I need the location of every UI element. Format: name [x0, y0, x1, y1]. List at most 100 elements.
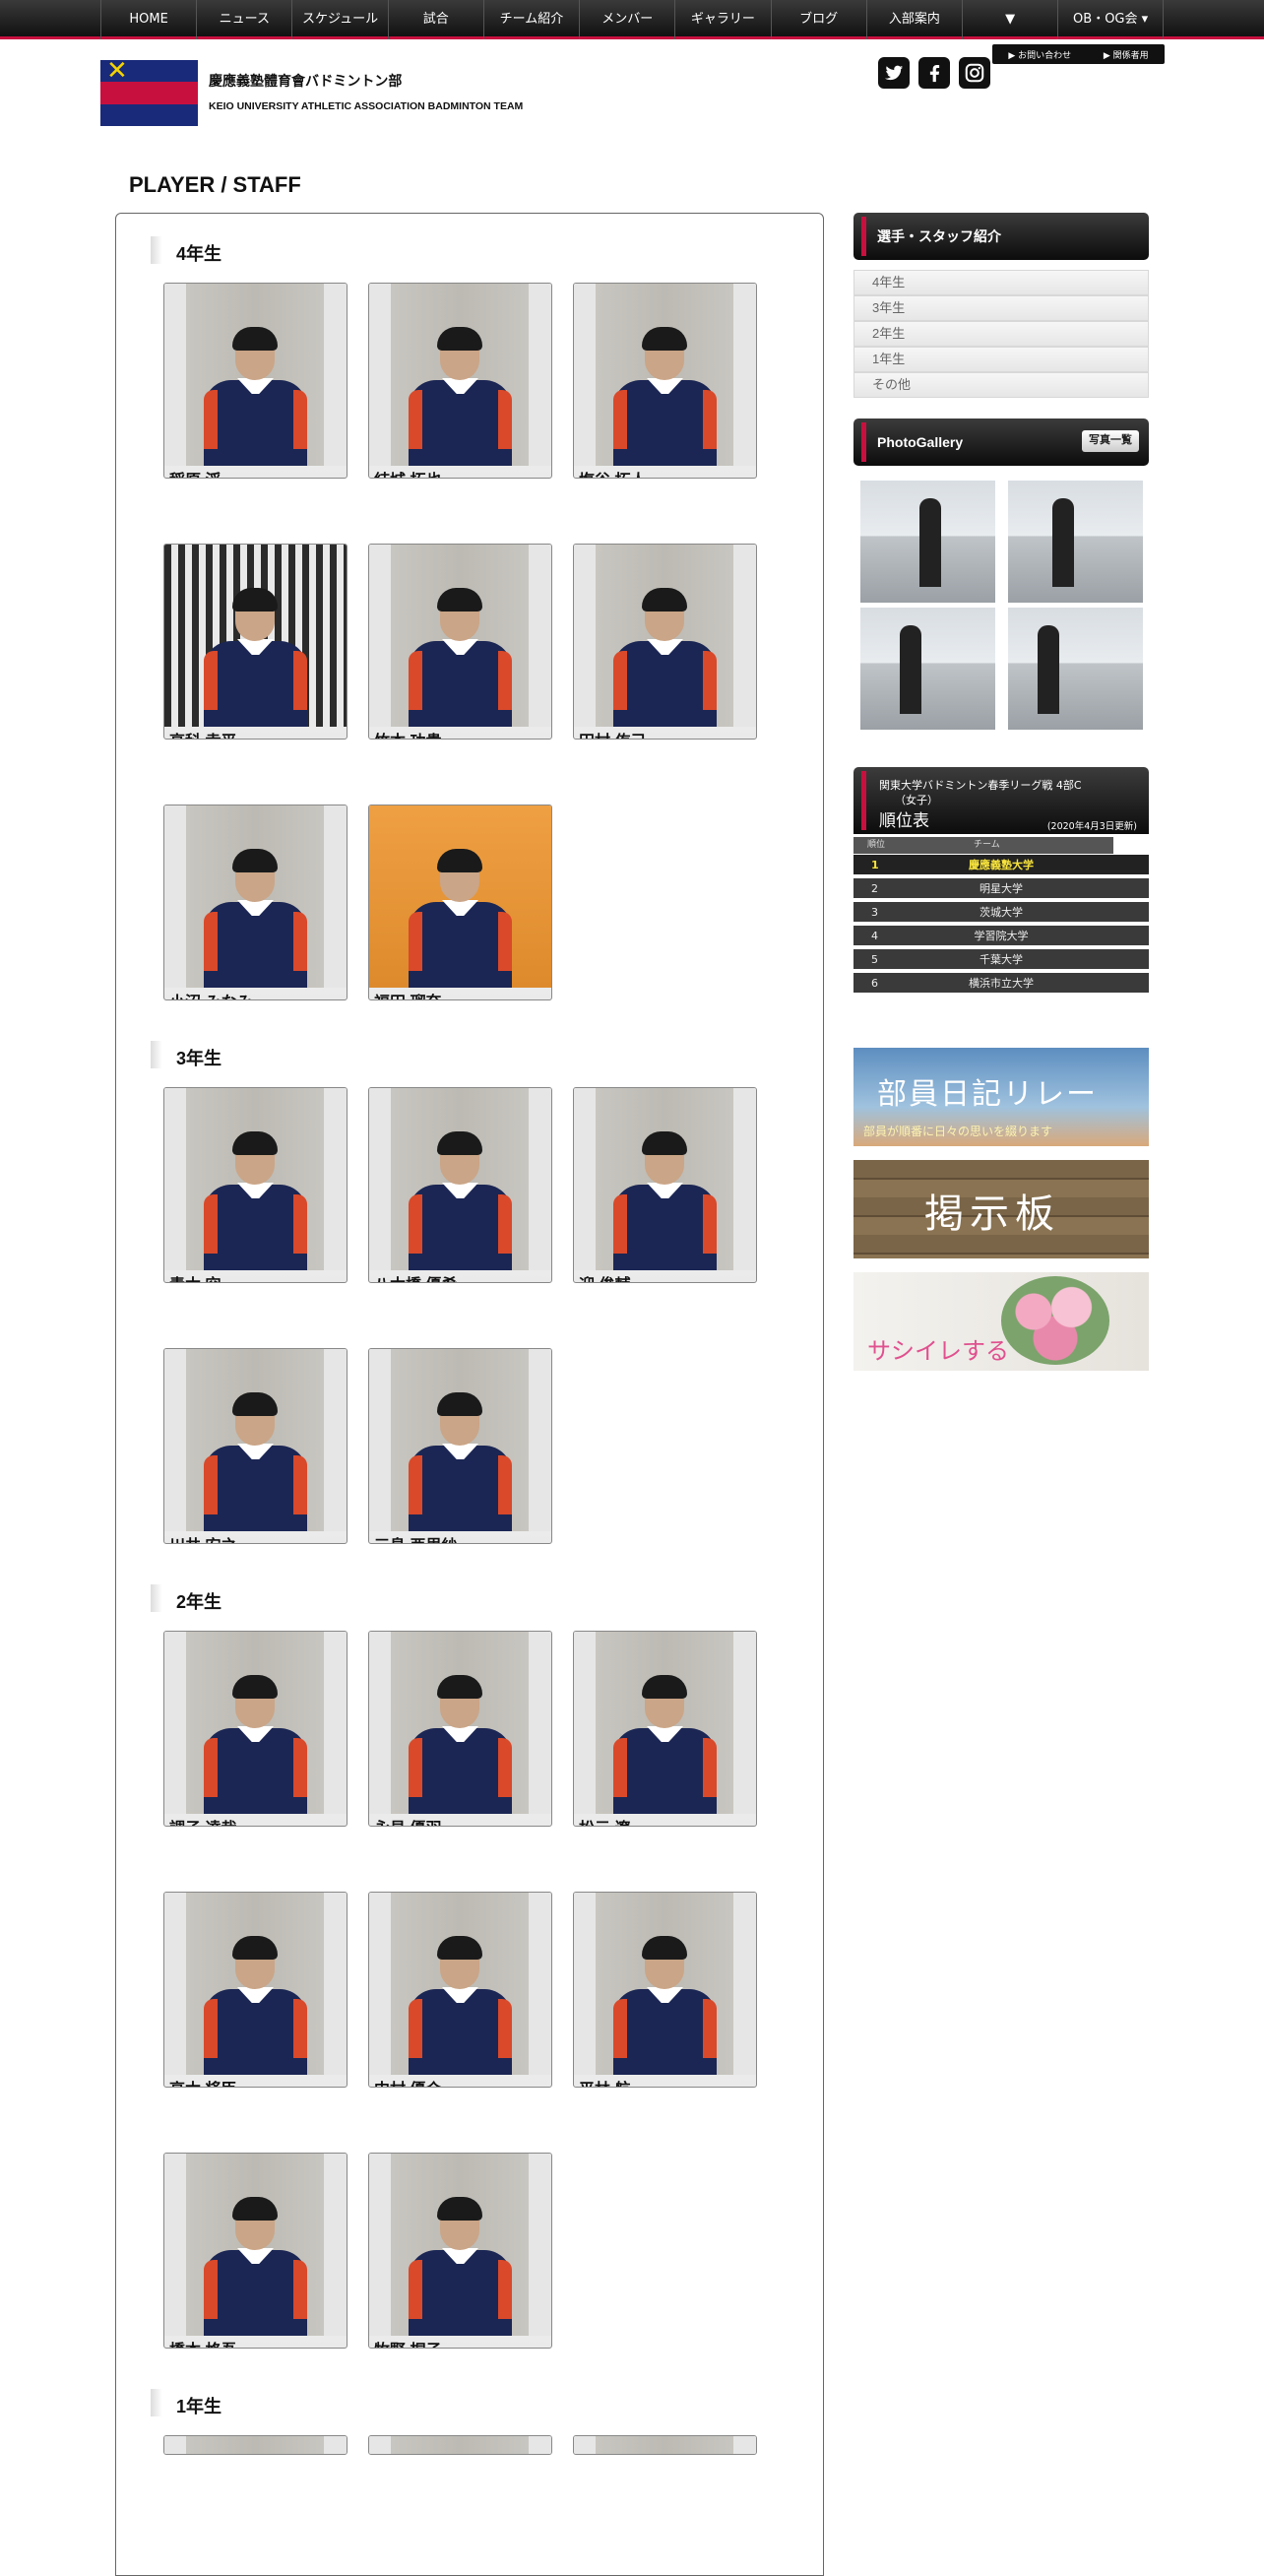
site-title[interactable]: 慶應義塾體育會バドミントン部 [209, 71, 402, 91]
member-card[interactable]: 青木 空アオキ ソラ副務 [163, 1087, 348, 1283]
member-card[interactable]: 牧野 桐子マキノ トウコ勧誘、オリエン [368, 2153, 552, 2349]
members-only-link[interactable]: ▶ 関係者用 [1104, 48, 1149, 61]
standings-team: 明星大学 [980, 882, 1023, 895]
member-card[interactable]: 平林 航ヒラバヤシ ワタルオリエン [573, 1892, 757, 2088]
member-card[interactable]: 竹本 功貴タケモト コウキ男子主将、会計 [368, 544, 552, 740]
member-card[interactable]: 三島 亜里紗ミシマ アリサオリエン・広報 [368, 1348, 552, 1544]
standings-columns: 順位 チーム [853, 837, 1113, 854]
gallery-thumbnail[interactable] [1008, 608, 1143, 730]
member-name: 福田 瑠奈 [374, 989, 441, 999]
team-emblem-logo[interactable]: ✕ [100, 60, 198, 126]
diary-relay-banner[interactable]: 部員日記リレー 部員が順番に日々の思いを綴ります [853, 1048, 1149, 1146]
bulletin-board-banner[interactable]: 掲示板 [853, 1160, 1149, 1258]
nav-item[interactable]: ギャラリー [675, 0, 772, 39]
nav-item[interactable]: チーム紹介 [484, 0, 581, 39]
global-nav: HOME ニュース スケジュール 試合 チーム紹介 メンバー ギャラリー ブログ 入部案内 ▼ OB… [0, 0, 1264, 39]
nav-item[interactable]: 入部案内 [867, 0, 963, 39]
gallery-thumbnail[interactable] [860, 481, 995, 603]
member-card[interactable]: 結城 拓也ユウキ タクヤ主務 [368, 283, 552, 479]
nav-item[interactable]: OB・OG会 ▾ [1058, 0, 1165, 39]
nav-item[interactable]: HOME [101, 0, 198, 39]
photo-list-button[interactable]: 写真一覧 [1082, 430, 1139, 452]
member-photo [164, 1349, 347, 1531]
section-title: 1年生 [151, 2389, 221, 2418]
member-card[interactable]: 田村 侑己タムラ ユウキ広報 [573, 544, 757, 740]
instagram-icon[interactable] [959, 57, 990, 89]
member-card[interactable]: 高木 将臣タカギ マサオミ広報 [163, 1892, 348, 2088]
member-name: 橋本 柊吾 [169, 2337, 236, 2348]
nav-item[interactable]: 試合 [389, 0, 484, 39]
member-photo [164, 2154, 347, 2336]
page-title: PLAYER / STAFF [129, 172, 301, 197]
contact-link[interactable]: ▶ お問い合わせ [1008, 48, 1071, 61]
member-name: 平林 航 [579, 2076, 630, 2087]
member-card[interactable]: 八木橋 優希ヤギハシ ユウキ副務 [368, 1087, 552, 1283]
standings-row: 4 学習院大学 [853, 926, 1149, 947]
member-card[interactable]: 小沼 みなみオヌマ ミナミ女子主将、広報、勧誘、女子高コーチ [163, 805, 348, 1000]
top-links: ▶ お問い合わせ ▶ 関係者用 [992, 44, 1165, 64]
member-card[interactable] [368, 2435, 552, 2455]
nav-item[interactable]: ▼ [963, 0, 1059, 39]
member-photo [164, 2436, 347, 2454]
diary-banner-title: 部員日記リレー [877, 1077, 1098, 1112]
member-photo [574, 1893, 756, 2075]
member-name: 迎 俊輔 [579, 1271, 630, 1282]
member-card[interactable]: 福田 瑠奈フクダ ルナ主務・女子高コーチ [368, 805, 552, 1000]
member-card[interactable] [573, 2435, 757, 2455]
standings-team: 茨城大学 [980, 906, 1023, 919]
member-card[interactable]: 永見 優羽ナガミ ユウ広報 [368, 1631, 552, 1827]
member-card[interactable]: 中村 優介ナカムラ ユウスケシャトル管理 [368, 1892, 552, 2088]
member-photo [164, 284, 347, 466]
twitter-icon[interactable] [878, 57, 910, 89]
section-title: 3年生 [151, 1041, 221, 1070]
standings-team: 千葉大学 [980, 953, 1023, 966]
section-title: 2年生 [151, 1584, 221, 1614]
member-card[interactable]: 迎 俊輔ムカイ シュンスケ広報、勧誘、シャトル管理 [573, 1087, 757, 1283]
member-card[interactable]: 松元 遼マツモト リョウ塾高コーチ、勧誘 [573, 1631, 757, 1827]
standings-row: 6 横浜市立大学 [853, 973, 1149, 995]
member-name: 高科 幸平 [169, 728, 236, 739]
staff-menu-item[interactable]: 1年生 [853, 347, 1149, 372]
gallery-thumbnail[interactable] [860, 608, 995, 730]
staff-menu: 4年生 3年生 2年生 1年生 その他 [853, 270, 1149, 398]
nav-item[interactable]: ニュース [197, 0, 293, 39]
member-photo [369, 2436, 551, 2454]
nav-item[interactable]: ブログ [772, 0, 867, 39]
member-name: 中村 優介 [374, 2076, 441, 2087]
standings-heading: 関東大学バドミントン春季リーグ戦 4部C （女子） 順位表 (2020年4月3日… [853, 767, 1149, 834]
standings-row: 1 慶應義塾大学 [853, 855, 1149, 876]
member-name: 川井 宏之 [169, 1532, 236, 1543]
gallery-heading-label: PhotoGallery [877, 434, 964, 450]
member-card[interactable]: 稲原 渓イナハラ ケイ副主将、塾高コーチ、オリエン [163, 283, 348, 479]
member-card[interactable]: 塩谷 拓人シオタニ ヒロト塾高コーチ [573, 283, 757, 479]
member-card[interactable]: 高科 幸平タカシナ コウヘイ勧誘 [163, 544, 348, 740]
member-photo [164, 545, 347, 727]
standings-updated: (2020年4月3日更新) [1046, 821, 1137, 832]
diary-banner-subtitle: 部員が順番に日々の思いを綴ります [863, 1125, 1053, 1138]
member-photo [369, 1349, 551, 1531]
nav-list: HOME ニュース スケジュール 試合 チーム紹介 メンバー ギャラリー ブログ 入部案内 ▼ OB… [100, 0, 1165, 39]
support-banner[interactable]: サシイレする [853, 1272, 1149, 1371]
member-card[interactable] [163, 2435, 348, 2455]
staff-menu-item[interactable]: 4年生 [853, 270, 1149, 295]
facebook-icon[interactable] [918, 57, 950, 89]
member-name: 小沼 みなみ [169, 989, 252, 999]
member-card[interactable]: 川井 宏之カワイ ヒロユキ広報 [163, 1348, 348, 1544]
standings-team: 学習院大学 [974, 930, 1029, 942]
staff-menu-item[interactable]: その他 [853, 372, 1149, 398]
member-card[interactable]: 調子 達哉チョウシ タツヤ勧誘 [163, 1631, 348, 1827]
member-card[interactable]: 橋本 柊吾ハシモト シュウゴOB連絡 [163, 2153, 348, 2349]
nav-item[interactable]: メンバー [580, 0, 676, 39]
member-photo [164, 1632, 347, 1814]
gallery-thumbnail[interactable] [1008, 481, 1143, 603]
member-name: 稲原 渓 [169, 467, 221, 478]
nav-item[interactable]: スケジュール [292, 0, 389, 39]
member-name: 高木 将臣 [169, 2076, 236, 2087]
member-photo [369, 805, 551, 988]
member-name: 青木 空 [169, 1271, 221, 1282]
staff-menu-item[interactable]: 3年生 [853, 295, 1149, 321]
league-division: （女子） [895, 794, 938, 806]
standings-team: 横浜市立大学 [969, 977, 1034, 990]
staff-menu-item[interactable]: 2年生 [853, 321, 1149, 347]
member-photo [574, 1088, 756, 1270]
